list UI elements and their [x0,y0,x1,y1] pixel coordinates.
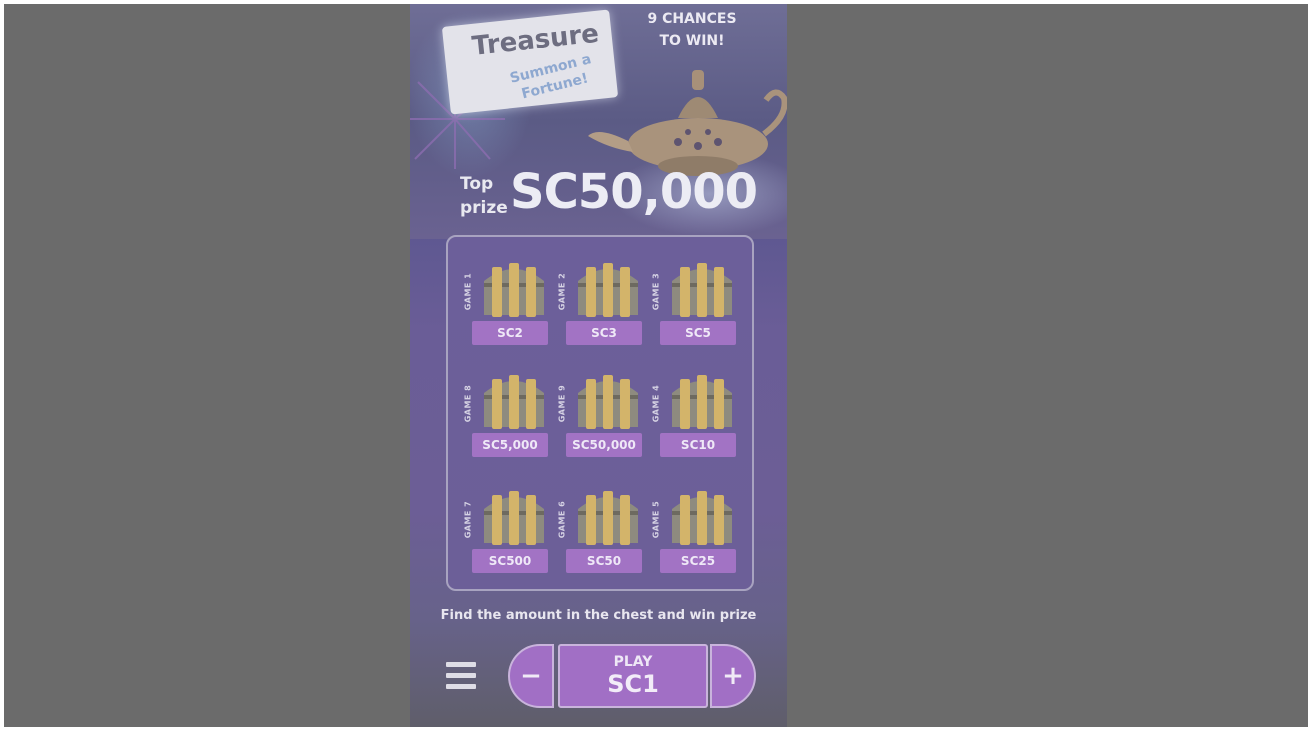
game-cell[interactable]: GAME 6 SC50 [556,489,648,589]
chest-icon[interactable] [480,489,548,547]
chest-icon[interactable] [668,373,736,431]
prize-tag: SC50,000 [566,433,642,457]
game-cell[interactable]: GAME 3 SC5 [650,261,742,361]
increase-bet-button[interactable]: + [710,644,756,708]
game-cell[interactable]: GAME 4 SC10 [650,373,742,473]
game-number-label: GAME 3 [651,272,661,311]
game-cell[interactable]: GAME 8 SC5,000 [462,373,554,473]
decrease-bet-button[interactable]: − [508,644,554,708]
prize-tag: SC10 [660,433,736,457]
chest-icon[interactable] [574,373,642,431]
prize-tag: SC3 [566,321,642,345]
game-number-label: GAME 9 [557,384,567,423]
hero-banner: Treasure Summon a Fortune! 9 CHANCES TO … [410,4,787,239]
game-number-label: GAME 7 [463,500,473,539]
prize-tag: SC50 [566,549,642,573]
chest-icon[interactable] [574,489,642,547]
game-cell[interactable]: GAME 9 SC50,000 [556,373,648,473]
chest-icon[interactable] [668,489,736,547]
prize-tag: SC2 [472,321,548,345]
instruction-text: Find the amount in the chest and win pri… [440,608,757,623]
scratch-game-panel: Treasure Summon a Fortune! 9 CHANCES TO … [410,4,787,727]
menu-icon[interactable] [446,662,476,692]
prize-tag: SC5 [660,321,736,345]
game-board: GAME 1 SC2 GAME 2 SC3 GAME 3 SC5 GAME 8 … [446,235,754,591]
game-cell[interactable]: GAME 5 SC25 [650,489,742,589]
play-label: PLAY [613,654,653,670]
game-cell[interactable]: GAME 7 SC500 [462,489,554,589]
chest-icon[interactable] [480,261,548,319]
prize-tag: SC5,000 [472,433,548,457]
game-cell[interactable]: GAME 2 SC3 [556,261,648,361]
game-number-label: GAME 5 [651,500,661,539]
bet-amount: SC1 [607,670,659,698]
prize-tag: SC500 [472,549,548,573]
game-number-label: GAME 6 [557,500,567,539]
game-number-label: GAME 2 [557,272,567,311]
top-prize-label: Top prize [460,174,508,218]
game-number-label: GAME 1 [463,272,473,311]
menu-bar [446,662,476,667]
chest-icon[interactable] [574,261,642,319]
menu-bar [446,684,476,689]
game-number-label: GAME 4 [651,384,661,423]
prize-tag: SC25 [660,549,736,573]
chances-text: 9 CHANCES TO WIN! [647,11,737,49]
game-number-label: GAME 8 [463,384,473,423]
game-cell[interactable]: GAME 1 SC2 [462,261,554,361]
play-button[interactable]: PLAY SC1 [558,644,708,708]
chest-icon[interactable] [480,373,548,431]
top-prize-value: SC50,000 [510,164,758,220]
menu-bar [446,673,476,678]
bet-controls: − PLAY SC1 + [508,644,760,710]
chest-icon[interactable] [668,261,736,319]
